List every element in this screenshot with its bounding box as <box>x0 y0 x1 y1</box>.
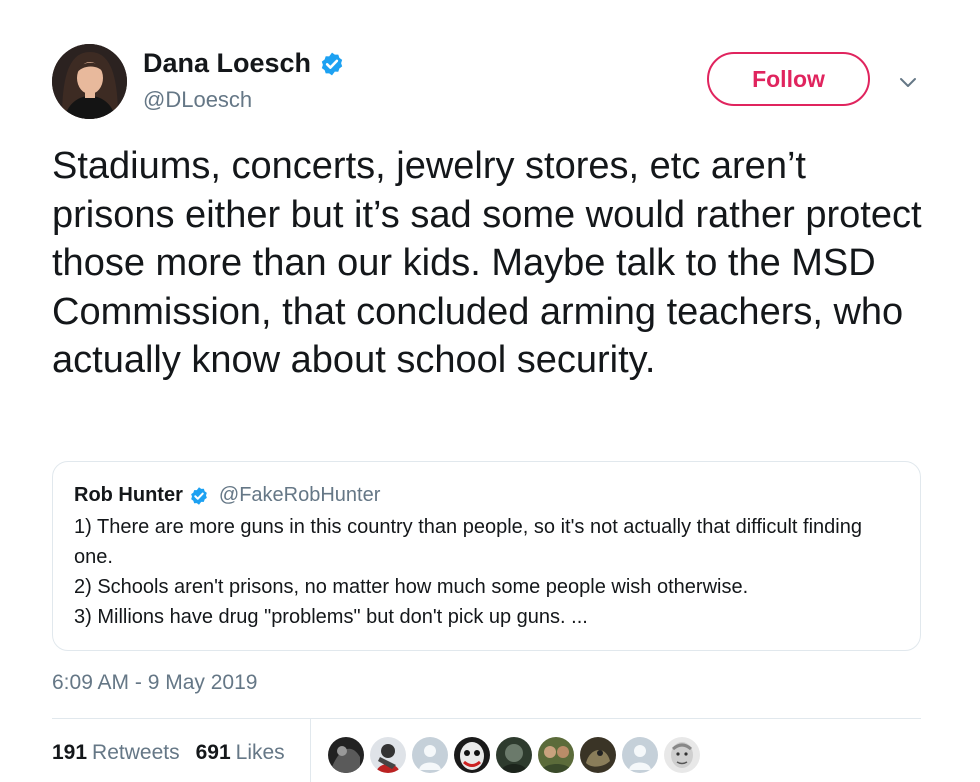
quoted-author-handle: @FakeRobHunter <box>218 484 381 506</box>
retweets-stat[interactable]: 191 Retweets <box>52 741 180 765</box>
retweets-label: Retweets <box>92 741 180 764</box>
liker-avatar[interactable] <box>538 737 574 773</box>
author-name[interactable]: Dana Loesch <box>143 48 311 79</box>
quoted-line: 1) There are more guns in this country t… <box>74 516 862 568</box>
author-avatar[interactable] <box>52 44 127 119</box>
caret-down-icon[interactable] <box>896 70 920 94</box>
follow-button[interactable]: Follow <box>707 52 870 106</box>
tweet-card: Dana Loesch @DLoesch Follow Stadiums, co… <box>0 0 980 782</box>
tweet-text: Stadiums, concerts, jewelry stores, etc … <box>52 145 922 381</box>
stats-divider <box>310 719 311 782</box>
default-avatar-icon[interactable] <box>622 737 658 773</box>
verified-badge-icon <box>191 486 207 505</box>
liker-avatar[interactable] <box>580 737 616 773</box>
tweet-stats: 191 Retweets 691 Likes <box>52 741 285 765</box>
author-handle[interactable]: @DLoesch <box>143 87 252 113</box>
liker-avatar[interactable] <box>328 737 364 773</box>
likes-stat[interactable]: 691 Likes <box>196 741 285 765</box>
quoted-tweet[interactable]: Rob Hunter @FakeRobHunter 1) There are m… <box>52 461 921 651</box>
quoted-tweet-header: Rob Hunter @FakeRobHunter <box>74 484 900 507</box>
author-name-row[interactable]: Dana Loesch <box>143 48 345 79</box>
liker-avatar[interactable] <box>454 737 490 773</box>
quoted-author-name: Rob Hunter <box>74 484 183 506</box>
likes-label: Likes <box>235 741 285 764</box>
quoted-line: 2) Schools aren't prisons, no matter how… <box>74 576 749 598</box>
retweets-count: 191 <box>52 741 88 764</box>
liker-avatar[interactable] <box>664 737 700 773</box>
verified-badge-icon <box>321 52 343 75</box>
quoted-tweet-text: 1) There are more guns in this country t… <box>74 512 900 632</box>
liker-avatars <box>328 737 700 773</box>
likes-count: 691 <box>195 741 231 764</box>
tweet-timestamp[interactable]: 6:09 AM - 9 May 2019 <box>52 671 257 695</box>
liker-avatar[interactable] <box>370 737 406 773</box>
divider <box>52 718 921 719</box>
liker-avatar[interactable] <box>496 737 532 773</box>
default-avatar-icon[interactable] <box>412 737 448 773</box>
quoted-line: 3) Millions have drug "problems" but don… <box>74 606 588 628</box>
